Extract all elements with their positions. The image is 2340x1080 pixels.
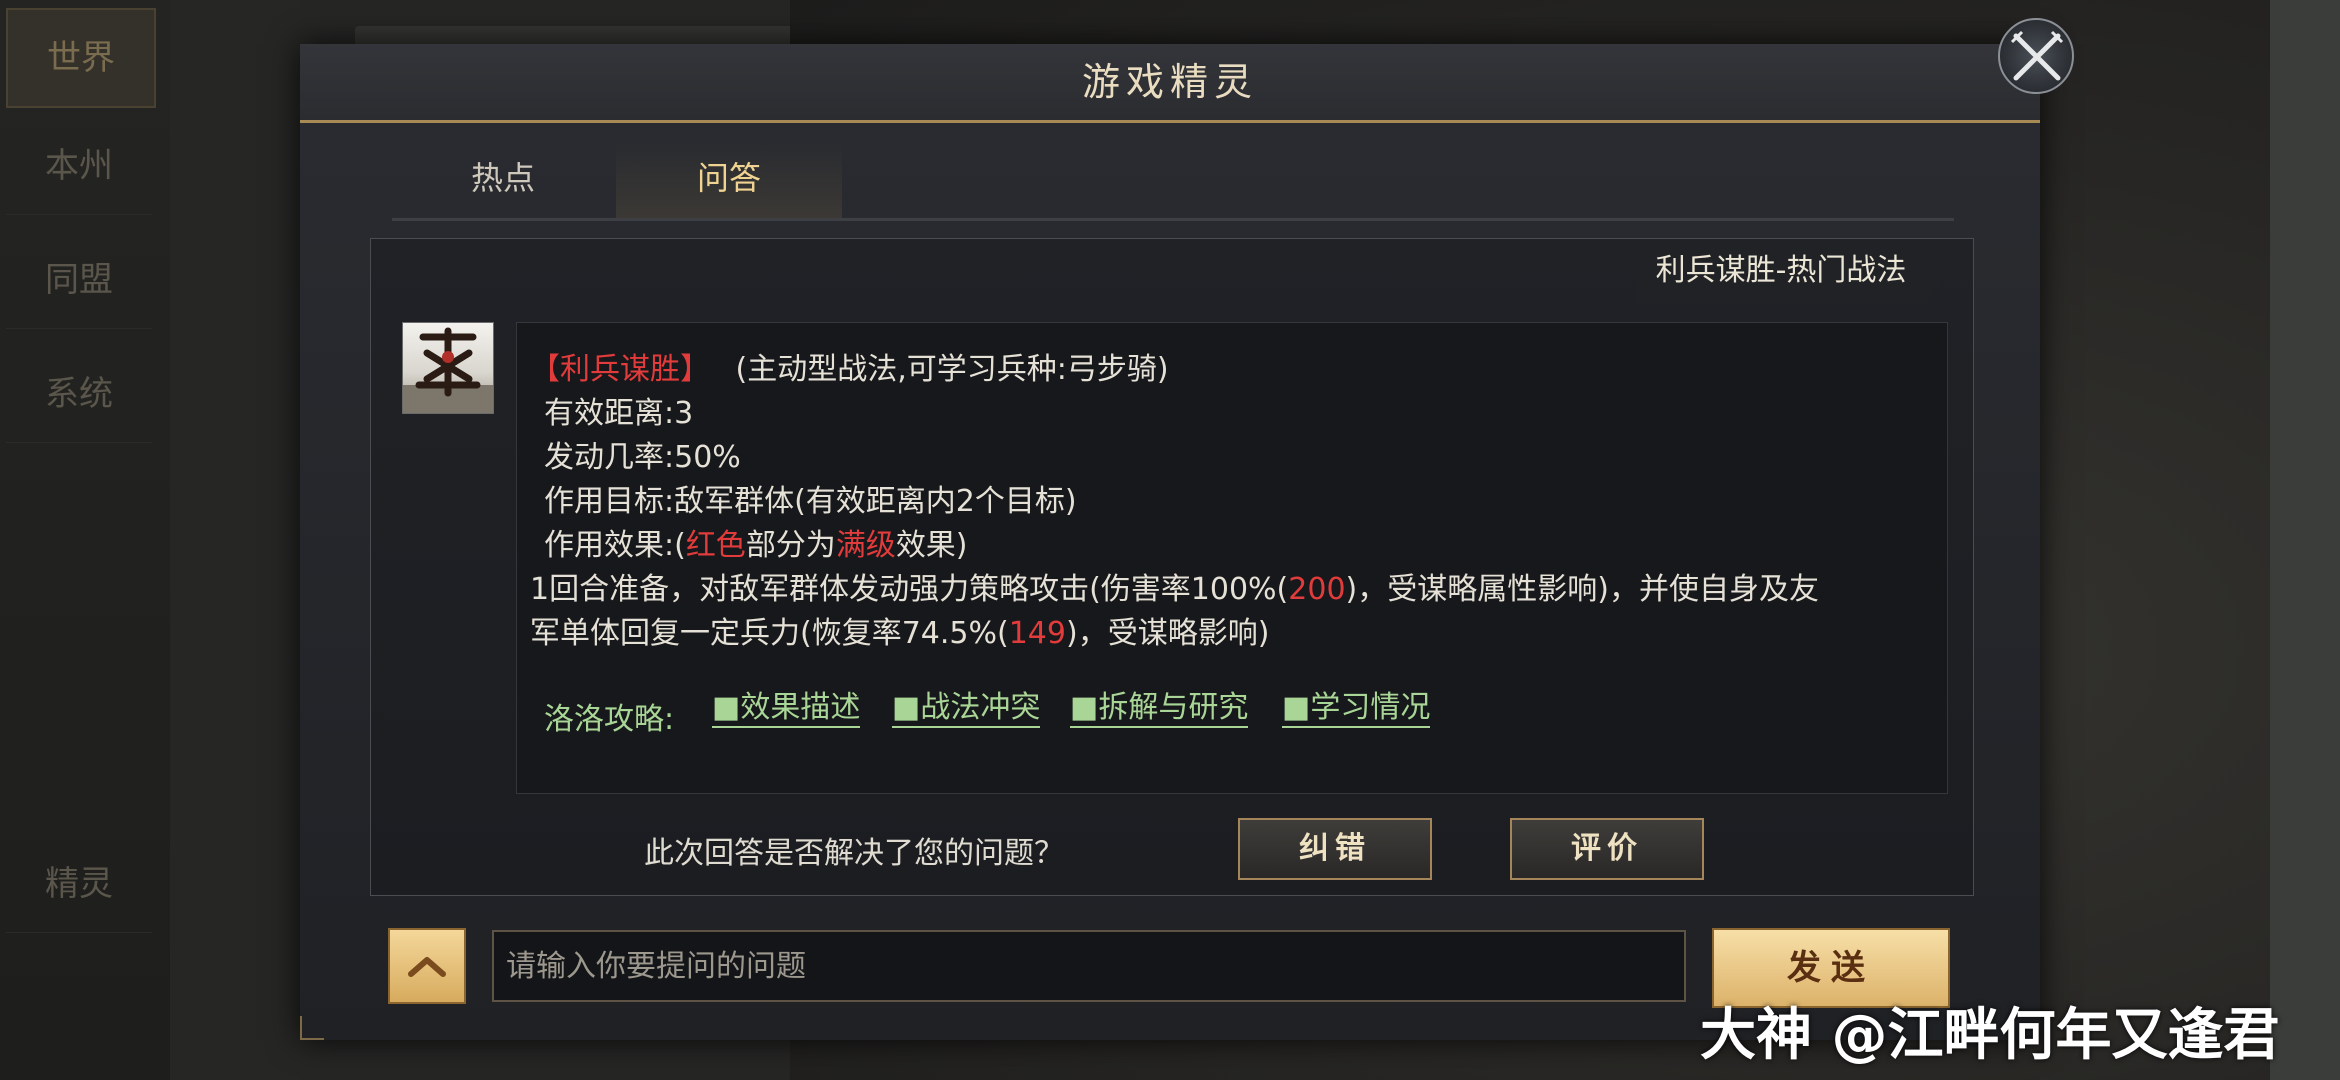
expand-button[interactable] <box>388 928 466 1004</box>
damage-value: 200 <box>1288 572 1346 607</box>
watermark: 大神 @江畔何年又逢君 <box>1700 1003 2280 1068</box>
skill-range: 有效距离:3 <box>544 396 694 431</box>
skill-desc-line-1: 1回合准备，对敌军群体发动强力策略攻击(伤害率100%(200)，受谋略属性影响… <box>530 564 1819 608</box>
dialog-header: 游戏精灵 <box>300 44 2040 123</box>
skill-chance: 发动几率:50% <box>544 440 741 475</box>
dialog-title: 游戏精灵 <box>1081 60 1258 104</box>
effect-prefix: 作用效果:( <box>544 528 686 563</box>
rate-button[interactable]: 评价 <box>1510 818 1704 880</box>
effect-suffix: 效果) <box>895 528 968 563</box>
guide-link-learning[interactable]: ■学习情况 <box>1282 690 1431 728</box>
skill-type: (主动型战法,可学习兵种:弓步骑) <box>735 352 1169 387</box>
effect-mid: 部分为 <box>745 528 836 563</box>
correct-error-button[interactable]: 纠错 <box>1238 818 1432 880</box>
guide-link-analysis[interactable]: ■拆解与研究 <box>1070 690 1249 728</box>
close-button[interactable] <box>1998 18 2074 94</box>
feedback-question: 此次回答是否解决了您的问题？ <box>644 836 1064 871</box>
bg-tab-alliance: 同盟 <box>6 232 152 329</box>
tab-hot-topics[interactable]: 热点 <box>390 142 616 218</box>
bg-tab-state: 本州 <box>6 118 152 215</box>
guide-link-effect[interactable]: ■效果描述 <box>712 690 861 728</box>
desc-line1-a: 1回合准备，对敌军群体发动强力策略攻击(伤害率100%( <box>530 572 1289 607</box>
skill-effect-line: 作用效果:(红色部分为满级效果) <box>544 520 968 564</box>
frame-corner-ornament <box>300 1016 324 1040</box>
heal-value: 149 <box>1008 616 1066 651</box>
desc-line2-b: )，受谋略影响) <box>1065 616 1270 651</box>
skill-desc-line-2: 军单体回复一定兵力(恢复率74.5%(149)，受谋略影响) <box>530 608 1269 652</box>
chevron-up-icon <box>408 957 446 977</box>
background-right-panel <box>2270 0 2340 1080</box>
crossed-swords-close-icon <box>2010 30 2064 81</box>
skill-heading: 【利兵谋胜】 (主动型战法,可学习兵种:弓步骑) <box>530 344 1169 388</box>
skill-name: 【利兵谋胜】 <box>530 352 710 387</box>
tab-qa[interactable]: 问答 <box>616 142 842 221</box>
bg-tab-system: 系统 <box>6 346 152 443</box>
question-input[interactable] <box>492 930 1686 1002</box>
desc-line2-a: 军单体回复一定兵力(恢复率74.5%( <box>530 616 1009 651</box>
spirit-avatar <box>402 322 494 414</box>
background-sidebar: 世界 本州 同盟 系统 精灵 <box>0 0 170 1080</box>
spirit-avatar-icon <box>403 327 493 413</box>
guide-link-conflict[interactable]: ■战法冲突 <box>892 690 1041 728</box>
bg-tab-world: 世界 <box>6 8 156 108</box>
effect-max-level-text: 满级 <box>835 528 896 563</box>
effect-red-text: 红色 <box>685 528 746 563</box>
skill-target: 作用目标:敌军群体(有效距离内2个目标) <box>544 484 1077 519</box>
desc-line1-b: )，受谋略属性影响)，并使自身及友 <box>1345 572 1819 607</box>
skill-tag: 利兵谋胜-热门战法 <box>1636 242 1944 304</box>
bg-tab-spirit: 精灵 <box>6 836 152 933</box>
guide-label: 洛洛攻略: <box>544 702 675 737</box>
tab-divider <box>392 218 1954 221</box>
